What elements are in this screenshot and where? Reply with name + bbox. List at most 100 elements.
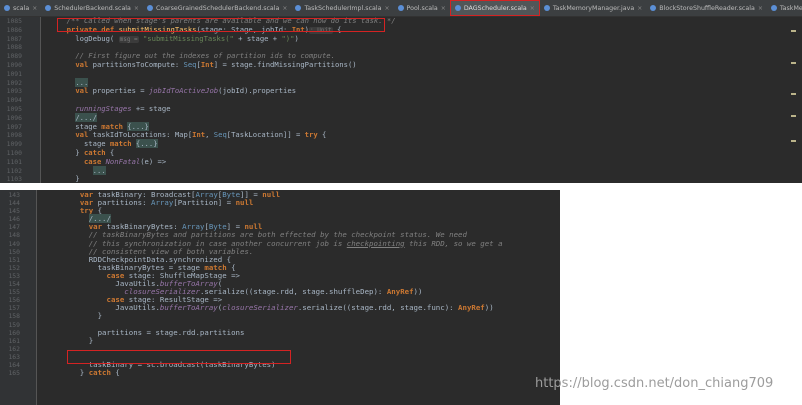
line-number: 1102 <box>6 166 22 175</box>
line-number: 154 <box>8 280 20 289</box>
editor-tab-bar: scala × SchedulerBackend.scala × CoarseGrain… <box>0 0 802 17</box>
line-number: 148 <box>8 231 20 240</box>
close-icon[interactable]: × <box>282 5 287 12</box>
tab-label: Pool.scala <box>406 4 438 12</box>
tab-label: CoarseGrainedSchedulerBackend.scala <box>155 4 280 12</box>
tab-label: BlockStoreShuffleReader.scala <box>659 4 755 12</box>
code-line: 1099 stage match {...} <box>0 139 790 149</box>
code-line: 1102 ... <box>0 165 790 176</box>
scala-file-icon <box>650 5 657 11</box>
line-number: 1095 <box>6 104 22 113</box>
bottom-editor-pane: 143 var taskBinary: Broadcast[Array[Byte… <box>0 190 560 405</box>
code-line: 1103 } <box>0 175 790 183</box>
tab-label: TaskMetrics.scala <box>779 4 802 12</box>
line-number: 157 <box>8 304 20 313</box>
line-number: 1098 <box>6 131 22 140</box>
tab-label: scala <box>13 4 30 12</box>
line-number: 1100 <box>6 148 22 157</box>
line-number: 1097 <box>6 122 22 131</box>
code-line: 165 } catch { <box>0 368 556 378</box>
tab-4[interactable]: Pool.scala × <box>394 0 450 16</box>
line-number: 1094 <box>6 96 22 105</box>
code-line: 1093 val properties = jobIdToActiveJob(j… <box>0 86 790 96</box>
line-number: 144 <box>8 199 20 208</box>
line-number: 153 <box>8 271 20 280</box>
scala-file-icon <box>146 5 153 11</box>
line-number: 165 <box>8 369 20 378</box>
line-number: 158 <box>8 312 20 321</box>
tab-8[interactable]: TaskMetrics.scala× <box>767 0 802 16</box>
line-number: 1090 <box>6 60 22 69</box>
code-line: 158 } <box>0 311 556 321</box>
code-text: JavaUtils.bufferToArray(closureSerialize… <box>62 303 494 313</box>
line-number: 1089 <box>6 52 22 61</box>
line-number: 146 <box>8 215 20 224</box>
code-line: 1095 runningStages += stage <box>0 104 790 114</box>
tab-6[interactable]: TaskMemoryManager.java × <box>540 0 646 16</box>
scala-file-icon <box>770 5 777 11</box>
line-number: 159 <box>8 320 20 329</box>
scala-file-icon <box>45 5 52 11</box>
line-number: 1085 <box>6 17 22 25</box>
line-number: 1099 <box>6 140 22 149</box>
scala-file-icon <box>295 5 302 11</box>
code-line: 161 } <box>0 335 556 345</box>
code-text: val partitionsToCompute: Seq[Int] = stag… <box>75 59 357 69</box>
highlight-box-submitMissingTasks <box>57 18 385 32</box>
tab-0[interactable]: scala × <box>0 0 41 16</box>
scala-file-icon <box>4 5 10 11</box>
line-number: 1092 <box>6 78 22 87</box>
line-number: 161 <box>8 336 20 345</box>
code-text: } <box>62 335 94 345</box>
code-line: 1101 case NonFatal(e) => <box>0 157 790 167</box>
tab-label: TaskMemoryManager.java <box>552 4 635 12</box>
code-text: } <box>62 311 103 321</box>
line-number: 151 <box>8 255 20 264</box>
close-icon[interactable]: × <box>637 5 642 12</box>
close-icon[interactable]: × <box>385 5 390 12</box>
line-number: 164 <box>8 360 20 369</box>
line-number: 162 <box>8 344 20 353</box>
code-line: 1091 <box>0 70 790 79</box>
tab-label: SchedulerBackend.scala <box>54 4 131 12</box>
close-icon[interactable]: × <box>32 5 37 12</box>
line-number: 1093 <box>6 87 22 96</box>
watermark: https://blog.csdn.net/don_chiang709 <box>535 376 774 391</box>
code-line: 1087 logDebug( msg = "submitMissingTasks… <box>0 34 790 44</box>
line-number: 143 <box>8 191 20 199</box>
line-number: 149 <box>8 239 20 248</box>
tab-3[interactable]: TaskSchedulerImpl.scala × <box>291 0 393 16</box>
tab-7[interactable]: BlockStoreShuffleReader.scala × <box>646 0 767 16</box>
tab-label: TaskSchedulerImpl.scala <box>304 4 382 12</box>
scala-file-icon <box>397 5 404 11</box>
tab-5[interactable]: DAGScheduler.scala × <box>449 0 540 16</box>
line-number: 1087 <box>6 34 22 43</box>
scala-file-icon <box>543 5 550 11</box>
code-text: val properties = jobIdToActiveJob(jobId)… <box>75 86 297 96</box>
line-number: 1091 <box>6 69 22 78</box>
error-stripe[interactable] <box>786 20 796 180</box>
line-number: 145 <box>8 207 20 216</box>
line-number: 150 <box>8 247 20 256</box>
scala-file-icon <box>454 5 461 11</box>
close-icon[interactable]: × <box>441 5 446 12</box>
line-number: 1103 <box>6 175 22 183</box>
code-text: } catch { <box>62 368 120 378</box>
line-number: 147 <box>8 223 20 232</box>
code-area-top[interactable]: 1085 /** Called when stage's parents are… <box>0 16 790 183</box>
line-number: 160 <box>8 328 20 337</box>
tab-1[interactable]: SchedulerBackend.scala × <box>41 0 143 16</box>
line-number: 1088 <box>6 43 22 52</box>
close-icon[interactable]: × <box>134 5 139 12</box>
tab-2[interactable]: CoarseGrainedSchedulerBackend.scala × <box>143 0 291 16</box>
tab-label: DAGScheduler.scala <box>463 4 527 12</box>
line-number: 155 <box>8 288 20 297</box>
line-number: 156 <box>8 296 20 305</box>
line-number: 152 <box>8 263 20 272</box>
line-number: 1096 <box>6 113 22 122</box>
top-editor-pane: scala × SchedulerBackend.scala × CoarseGrain… <box>0 0 802 183</box>
line-number: 163 <box>8 352 20 361</box>
code-text: } <box>58 174 80 183</box>
close-icon[interactable]: × <box>530 5 535 12</box>
close-icon[interactable]: × <box>758 5 763 12</box>
